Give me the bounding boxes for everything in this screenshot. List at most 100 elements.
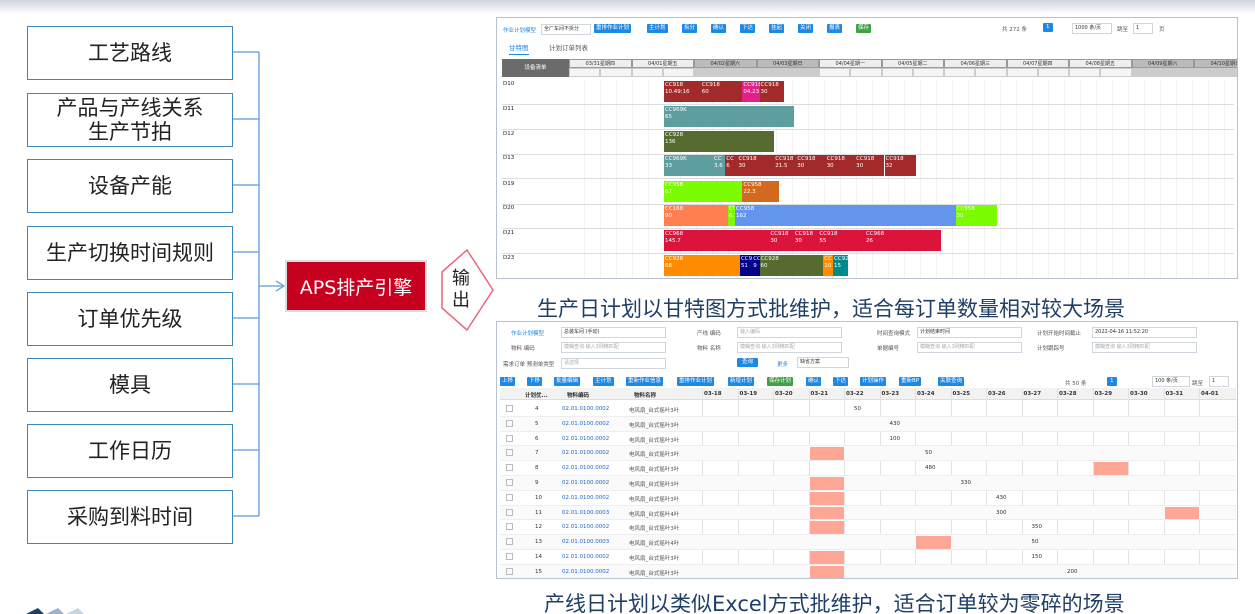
excel-cell-code[interactable]: 02.01.0100.0003 xyxy=(562,539,609,545)
gantt-bar[interactable]: CC968 145.7 xyxy=(664,230,770,251)
excel-cell-qty[interactable]: 50 xyxy=(1032,539,1039,545)
excel-row-checkbox[interactable] xyxy=(506,493,513,501)
excel-goto-input[interactable]: 1 xyxy=(1209,376,1229,387)
excel-cell-code[interactable]: 02.01.0100.0002 xyxy=(562,406,609,412)
excel-cell-qty[interactable]: 350 xyxy=(1032,524,1043,530)
gantt-toolbar-button[interactable]: 主计划 xyxy=(647,24,668,33)
gantt-bar[interactable]: CC928 51 xyxy=(739,255,753,276)
excel-toolbar-button[interactable]: 计划操作 xyxy=(860,377,887,386)
excel-cell-code[interactable]: 02.01.0100.0002 xyxy=(562,465,609,471)
excel-row-checkbox[interactable] xyxy=(506,419,513,427)
gantt-bar[interactable]: CC918 55 xyxy=(818,230,865,251)
gantt-bar[interactable]: CC918 30 xyxy=(855,155,885,176)
excel-row-checkbox[interactable] xyxy=(506,523,513,531)
excel-cell-qty[interactable]: 430 xyxy=(996,495,1007,501)
gantt-bar[interactable]: CC 9 xyxy=(752,255,760,276)
excel-filter-input[interactable]: 模糊查询 输入3则精匹配 xyxy=(737,342,842,353)
excel-cell-qty[interactable]: 300 xyxy=(996,510,1007,516)
excel-row-checkbox[interactable] xyxy=(506,553,513,560)
excel-more-link[interactable]: 更多 xyxy=(777,360,788,368)
excel-table-row[interactable] xyxy=(500,402,1236,417)
excel-page-button[interactable]: 1 xyxy=(1107,377,1117,386)
excel-filter-input[interactable]: 模糊查询 输入3则精匹配 xyxy=(917,342,1022,353)
excel-row-checkbox[interactable] xyxy=(506,464,513,472)
excel-cell-qty[interactable]: 100 xyxy=(890,436,901,442)
gantt-bar[interactable]: CC928 15 xyxy=(833,255,848,276)
gantt-bar[interactable]: CC958 30 xyxy=(955,205,998,226)
excel-row-checkbox[interactable] xyxy=(506,508,513,516)
excel-filter-input[interactable]: 模糊查询 输入3则精匹配 xyxy=(561,342,666,353)
excel-toolbar-button[interactable]: 确认 xyxy=(806,377,822,386)
excel-row-checkbox[interactable] xyxy=(506,405,513,412)
gantt-bar[interactable]: CC168 90 xyxy=(664,205,728,226)
excel-toolbar-button[interactable]: 重新BP xyxy=(899,377,922,386)
excel-cell-qty[interactable]: 50 xyxy=(925,450,932,456)
gantt-bar[interactable]: CC918 30 xyxy=(825,155,856,176)
excel-cell-code[interactable]: 02.01.0100.0002 xyxy=(562,450,609,456)
excel-toolbar-button[interactable]: 关联查询 xyxy=(938,377,965,386)
excel-cell-code[interactable]: 02.01.0100.0002 xyxy=(562,524,609,530)
excel-filter-input[interactable]: 请选择 xyxy=(561,358,666,369)
gantt-bar[interactable]: CC969K 33 xyxy=(664,155,713,176)
excel-filter-input[interactable]: 模糊查询 输入3则精匹配 xyxy=(1092,342,1197,353)
excel-toolbar-button[interactable]: 主计划 xyxy=(593,377,614,386)
gantt-bar[interactable]: CC968 26 xyxy=(864,230,941,251)
gantt-tab[interactable]: 计划订单列表 xyxy=(549,42,588,52)
excel-query-button[interactable]: 查询 xyxy=(737,358,759,367)
excel-toolbar-button[interactable]: 重排作业计划 xyxy=(677,377,715,386)
gantt-bar[interactable]: CC969K 65 xyxy=(664,106,794,127)
gantt-bar[interactable]: CC 10 xyxy=(823,255,834,276)
gantt-bar[interactable]: CC918 60 xyxy=(700,81,745,102)
excel-table-row[interactable] xyxy=(500,550,1236,565)
excel-toolbar-button[interactable]: 批量编辑 xyxy=(554,377,581,386)
excel-cell-code[interactable]: 02.01.0100.0002 xyxy=(562,480,609,486)
excel-table-row[interactable] xyxy=(500,491,1236,506)
excel-toolbar-button[interactable]: 重新作业信息 xyxy=(626,377,664,386)
gantt-tab[interactable]: 甘特图 xyxy=(509,42,529,55)
excel-cell-qty[interactable]: 480 xyxy=(925,465,936,471)
excel-page-size[interactable]: 100 条/页 xyxy=(1152,376,1190,387)
excel-filter-input[interactable]: 总装车间 (手动) xyxy=(561,327,666,338)
gantt-toolbar-button[interactable]: 拆分 xyxy=(682,24,698,33)
gantt-filter-select[interactable]: 全厂车间不拆分 xyxy=(541,24,591,35)
gantt-bar[interactable]: CC928 68 xyxy=(664,255,740,276)
gantt-toolbar-button[interactable]: 关闭 xyxy=(798,24,814,33)
excel-cell-qty[interactable]: 200 xyxy=(1067,569,1078,575)
gantt-bar[interactable]: CC 6 xyxy=(725,155,738,176)
excel-cell-qty[interactable]: 330 xyxy=(961,480,972,486)
gantt-bar[interactable]: CC 3.6 xyxy=(713,155,726,176)
excel-row-checkbox[interactable] xyxy=(506,479,513,486)
excel-filter-input[interactable]: 2022-04-16 11:52:20 xyxy=(1092,327,1197,338)
gantt-bar[interactable]: CC918 10.49:16 xyxy=(664,81,701,102)
excel-cell-qty[interactable]: 50 xyxy=(854,406,861,412)
excel-row-checkbox[interactable] xyxy=(506,449,513,457)
gantt-page-button[interactable]: 1 xyxy=(1043,23,1053,32)
excel-cell-code[interactable]: 02.01.0100.0002 xyxy=(562,421,609,427)
gantt-toolbar-button[interactable]: 重排作业计划 xyxy=(594,24,632,33)
excel-cell-code[interactable]: 02.01.0100.0002 xyxy=(562,436,609,442)
excel-cell-qty[interactable]: 150 xyxy=(1032,554,1043,560)
excel-table-row[interactable] xyxy=(500,535,1236,550)
gantt-bar[interactable]: CC918 04.23 xyxy=(742,81,760,102)
excel-toolbar-button[interactable]: 下移 xyxy=(527,377,543,386)
excel-cell-code[interactable]: 02.01.0100.0002 xyxy=(562,495,609,501)
excel-cell-qty[interactable]: 430 xyxy=(890,421,901,427)
gantt-bar[interactable]: CC918 30 xyxy=(769,230,794,251)
excel-toolbar-button[interactable]: 下达 xyxy=(833,377,849,386)
gantt-toolbar-button[interactable]: 报表 xyxy=(827,24,843,33)
gantt-bar[interactable]: CC 6.1 xyxy=(727,205,736,226)
gantt-bar[interactable]: CC958 162 xyxy=(735,205,956,226)
gantt-toolbar-button[interactable]: 确认 xyxy=(711,24,727,33)
gantt-bar[interactable]: CC918 32 xyxy=(884,155,917,176)
gantt-goto-input[interactable]: 1 xyxy=(1133,23,1153,34)
excel-cell-code[interactable]: 02.01.0100.0002 xyxy=(562,554,609,560)
excel-toolbar-button[interactable]: 上移 xyxy=(500,377,516,386)
excel-table-row[interactable] xyxy=(500,505,1236,521)
excel-toolbar-button[interactable]: 保存计划 xyxy=(767,377,794,386)
gantt-toolbar-button[interactable]: 挂起 xyxy=(769,24,785,33)
gantt-bar[interactable]: CC918 30 xyxy=(737,155,775,176)
excel-row-checkbox[interactable] xyxy=(506,538,513,546)
gantt-bar[interactable]: CC958 22.3 xyxy=(742,181,780,202)
excel-table-row[interactable] xyxy=(500,476,1236,491)
gantt-bar[interactable]: CC928 60 xyxy=(759,255,824,276)
